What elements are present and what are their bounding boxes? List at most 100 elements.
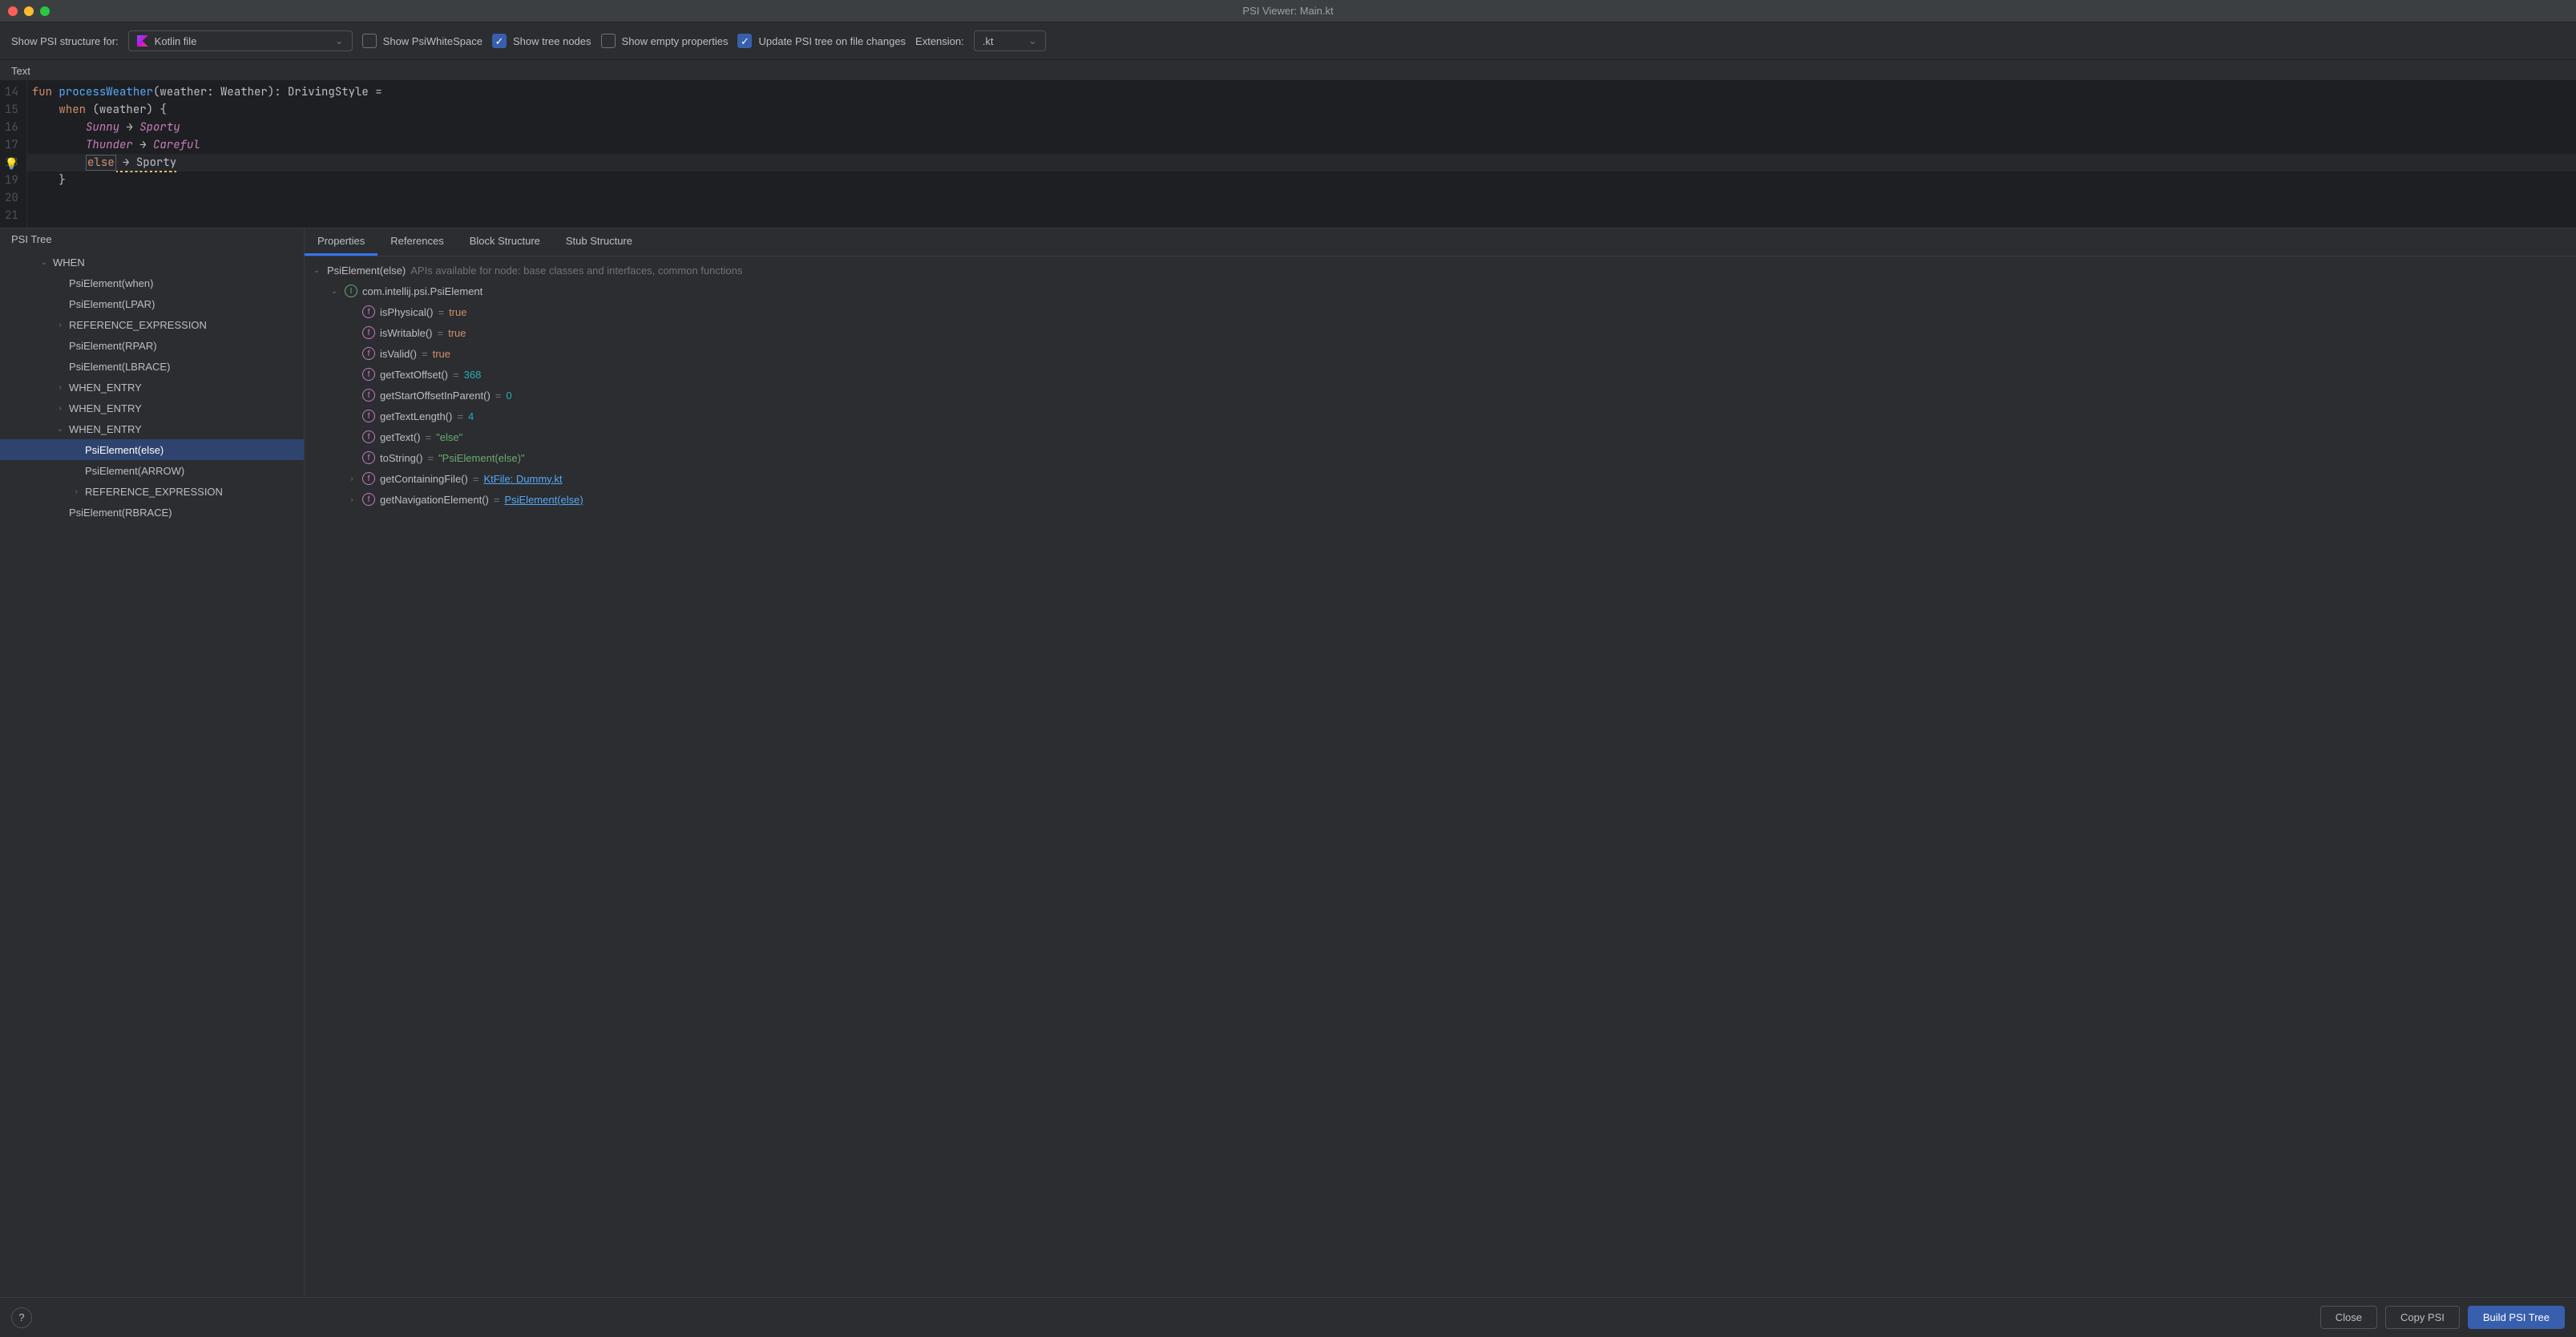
chevron-down-icon[interactable]: ⌄ [38,258,50,267]
tree-item[interactable]: PsiElement(RBRACE) [0,502,304,523]
psi-tree[interactable]: ⌄WHENPsiElement(when)PsiElement(LPAR)›RE… [0,248,304,1297]
property-row[interactable]: ›fgetNavigationElement() = PsiElement(el… [305,489,2576,510]
code-line[interactable]: } [27,172,2576,189]
tree-item-label: WHEN_ENTRY [69,382,142,394]
editor-content[interactable]: fun processWeather(weather: Weather): Dr… [27,80,2576,228]
tree-item[interactable]: ⌄WHEN [0,252,304,273]
property-row[interactable]: fisValid() = true [305,343,2576,364]
minimize-window-icon[interactable] [24,6,34,16]
property-name: isWritable() [380,327,433,339]
props-interface[interactable]: ⌄ Icom.intellij.psi.PsiElement [305,281,2576,301]
tree-item[interactable]: ›REFERENCE_EXPRESSION [0,481,304,502]
toolbar: Show PSI structure for: Kotlin file ⌄ Sh… [0,22,2576,60]
chevron-down-icon[interactable]: ⌄ [55,425,66,434]
show-tree-nodes-checkbox[interactable]: ✓ [492,34,507,48]
tab-block-structure[interactable]: Block Structure [457,228,553,256]
interface-icon: I [345,285,357,297]
property-value: true [448,327,466,339]
function-icon: f [362,368,375,381]
update-on-change-checkbox[interactable]: ✓ [737,34,752,48]
property-row[interactable]: ›fgetContainingFile() = KtFile: Dummy.kt [305,468,2576,489]
code-line[interactable]: Sunny → Sporty [27,119,2576,136]
tree-item-label: PsiElement(RPAR) [69,340,157,352]
props-element-name: PsiElement(else) [327,265,406,277]
tab-references[interactable]: References [378,228,456,256]
property-row[interactable]: fgetTextOffset() = 368 [305,364,2576,385]
property-row[interactable]: fgetText() = "else" [305,426,2576,447]
extension-select[interactable]: .kt ⌄ [974,30,1046,51]
tree-item-label: REFERENCE_EXPRESSION [85,486,223,498]
property-value: 368 [464,369,482,381]
property-row[interactable]: fisWritable() = true [305,322,2576,343]
property-name: getTextLength() [380,410,452,422]
property-name: getNavigationElement() [380,494,489,506]
show-empty-checkbox[interactable] [601,34,616,48]
code-line[interactable]: when (weather) { [27,101,2576,119]
show-empty-label: Show empty properties [622,35,729,47]
property-row[interactable]: ftoString() = "PsiElement(else)" [305,447,2576,468]
file-type-value: Kotlin file [155,35,197,47]
tree-item[interactable]: ›WHEN_ENTRY [0,398,304,418]
tree-item[interactable]: PsiElement(else) [0,439,304,460]
chevron-right-icon[interactable]: › [346,475,357,483]
code-line[interactable]: 💡 else → Sporty [27,154,2576,172]
tree-item[interactable]: PsiElement(when) [0,273,304,293]
properties-panel[interactable]: ⌄PsiElement(else) APIs available for nod… [305,256,2576,1297]
tree-item[interactable]: ⌄WHEN_ENTRY [0,418,304,439]
function-icon: f [362,493,375,506]
interface-name: com.intellij.psi.PsiElement [362,285,482,297]
tree-item[interactable]: PsiElement(ARROW) [0,460,304,481]
property-name: toString() [380,452,422,464]
code-line[interactable]: fun processWeather(weather: Weather): Dr… [27,83,2576,101]
function-icon: f [362,326,375,339]
chevron-right-icon[interactable]: › [55,404,66,413]
chevron-down-icon[interactable]: ⌄ [311,266,322,275]
tab-properties[interactable]: Properties [305,228,378,256]
code-line[interactable] [27,207,2576,224]
property-value[interactable]: PsiElement(else) [504,494,583,506]
close-button[interactable]: Close [2320,1306,2377,1329]
code-line[interactable] [27,189,2576,207]
chevron-down-icon[interactable]: ⌄ [329,287,340,296]
tree-item[interactable]: ›WHEN_ENTRY [0,377,304,398]
intention-bulb-icon[interactable]: 💡 [5,156,18,173]
tree-item[interactable]: PsiElement(LPAR) [0,293,304,314]
tree-item[interactable]: ›REFERENCE_EXPRESSION [0,314,304,335]
editor-gutter: 1415161718192021 [0,80,27,228]
chevron-right-icon[interactable]: › [71,487,82,496]
props-header[interactable]: ⌄PsiElement(else) APIs available for nod… [305,260,2576,281]
structure-for-label: Show PSI structure for: [11,35,119,47]
tree-item[interactable]: PsiElement(RPAR) [0,335,304,356]
tree-item-label: PsiElement(RBRACE) [69,507,172,519]
chevron-right-icon[interactable]: › [346,495,357,504]
show-tree-nodes-label: Show tree nodes [513,35,592,47]
code-line[interactable]: Thunder → Careful [27,136,2576,154]
property-value[interactable]: KtFile: Dummy.kt [483,473,562,485]
build-psi-tree-button[interactable]: Build PSI Tree [2468,1306,2565,1329]
tree-item-label: WHEN_ENTRY [69,423,142,435]
maximize-window-icon[interactable] [40,6,50,16]
code-editor[interactable]: 1415161718192021 fun processWeather(weat… [0,80,2576,228]
property-row[interactable]: fisPhysical() = true [305,301,2576,322]
show-whitespace-checkbox[interactable] [362,34,377,48]
close-window-icon[interactable] [8,6,18,16]
property-row[interactable]: fgetStartOffsetInParent() = 0 [305,385,2576,406]
chevron-down-icon: ⌄ [1028,34,1037,47]
titlebar: PSI Viewer: Main.kt [0,0,2576,22]
file-type-select[interactable]: Kotlin file ⌄ [128,30,353,51]
tree-item-label: PsiElement(when) [69,277,154,289]
chevron-right-icon[interactable]: › [55,383,66,392]
tree-item[interactable]: PsiElement(LBRACE) [0,356,304,377]
tab-stub-structure[interactable]: Stub Structure [553,228,645,256]
window-title: PSI Viewer: Main.kt [1242,5,1333,17]
function-icon: f [362,430,375,443]
extension-value: .kt [983,35,994,47]
chevron-right-icon[interactable]: › [55,321,66,329]
property-value: 0 [506,390,511,402]
copy-psi-button[interactable]: Copy PSI [2385,1306,2460,1329]
property-name: isPhysical() [380,306,433,318]
psi-tree-label: PSI Tree [0,228,304,248]
help-button[interactable]: ? [11,1307,32,1328]
property-row[interactable]: fgetTextLength() = 4 [305,406,2576,426]
property-name: isValid() [380,348,417,360]
